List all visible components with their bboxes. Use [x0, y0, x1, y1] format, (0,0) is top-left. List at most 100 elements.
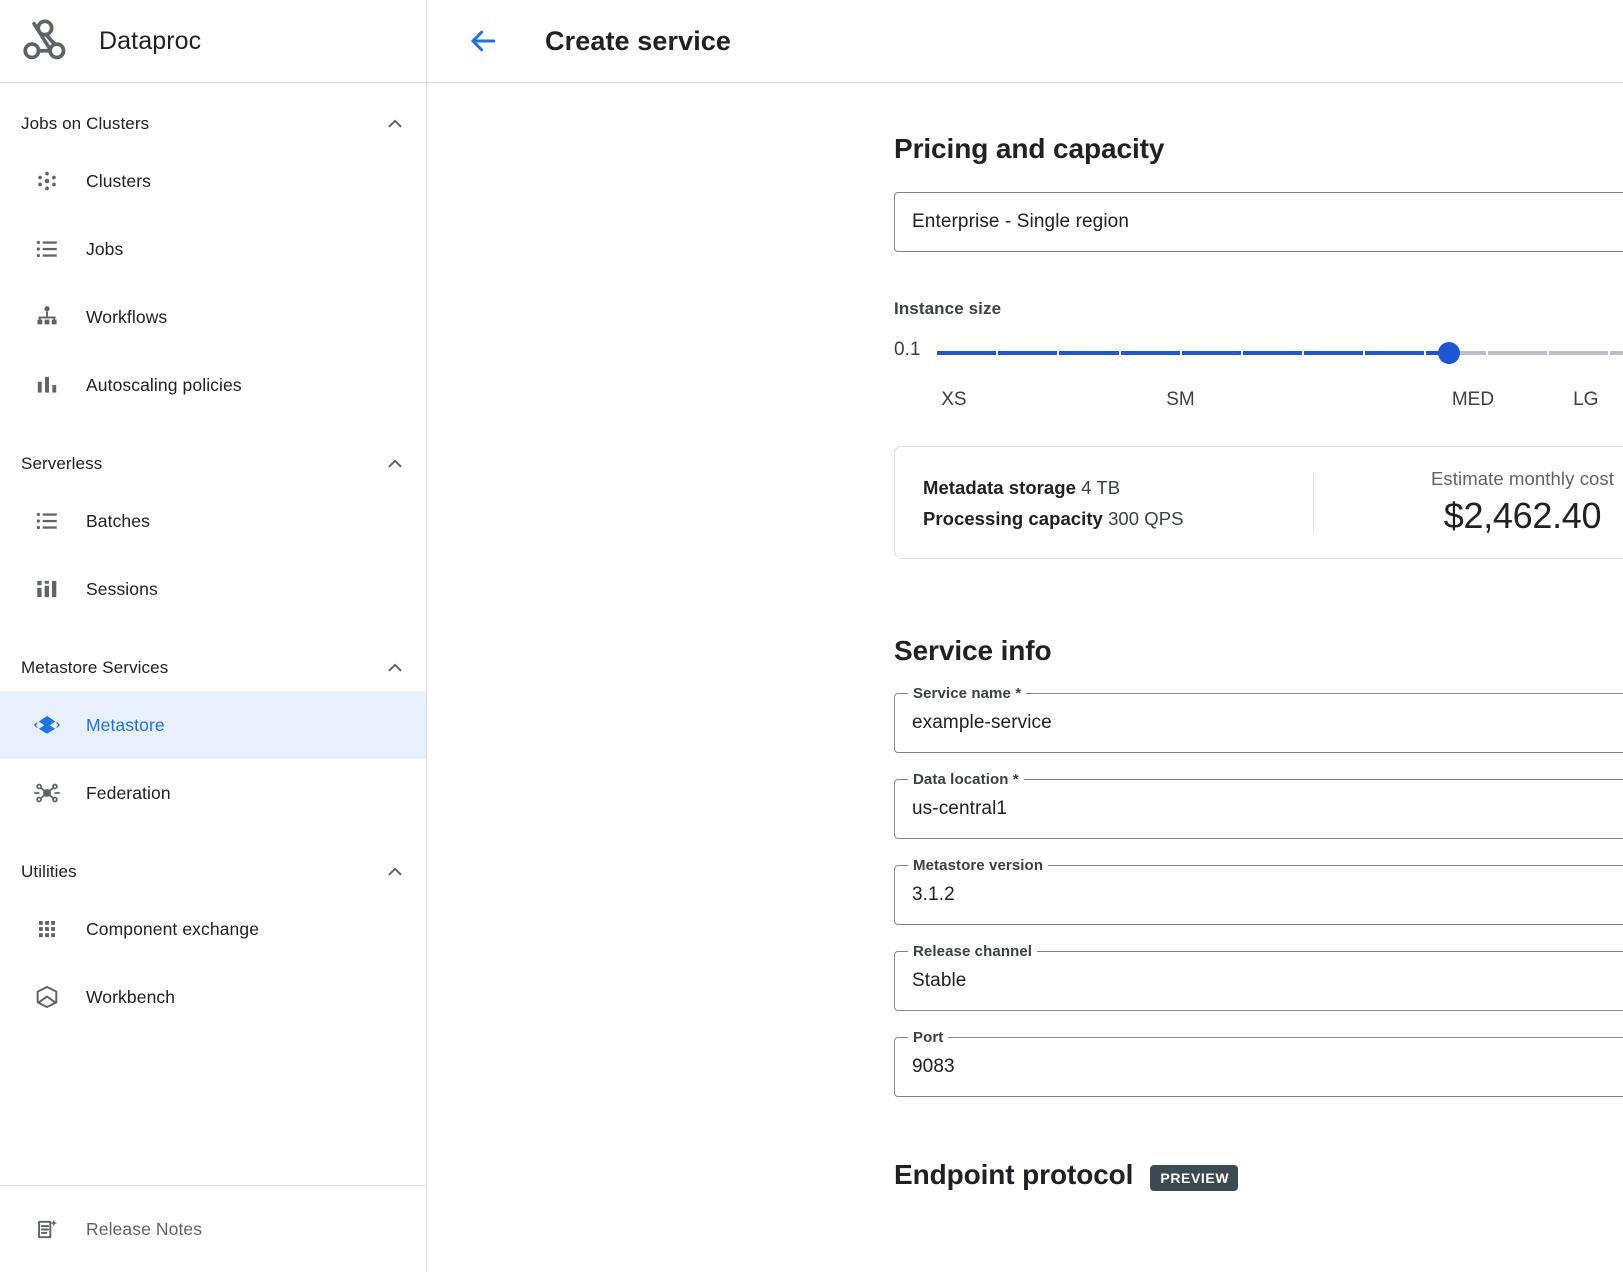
sidebar-item-label: Component exchange: [86, 919, 259, 940]
sidebar-item-clusters[interactable]: Clusters: [0, 147, 426, 215]
back-arrow-icon[interactable]: [463, 21, 503, 61]
instance-size-slider[interactable]: 0.1 6: [894, 339, 1623, 424]
slider-track[interactable]: [935, 351, 1623, 355]
sidebar-item-label: Sessions: [86, 579, 158, 600]
chevron-up-icon: [384, 113, 406, 135]
nav-group-utilities[interactable]: Utilities: [0, 849, 426, 895]
slider-scale-label: LG: [1573, 389, 1598, 411]
port-legend: Port: [908, 1029, 948, 1046]
clusters-icon: [32, 166, 62, 196]
nav-group-jobs-on-clusters[interactable]: Jobs on Clusters: [0, 101, 426, 147]
sidebar-item-autoscaling-policies[interactable]: Autoscaling policies: [0, 351, 426, 419]
service-name-legend: Service name *: [908, 685, 1026, 702]
slider-tick: [1424, 351, 1426, 355]
data-location-value: us-central1: [912, 798, 1007, 820]
service-info-section-title: Service info: [894, 635, 1623, 667]
field-service-name: Service name * example-service ?: [894, 693, 1623, 753]
slider-fill: [935, 351, 1449, 355]
app-root: Dataproc Jobs on Clusters: [0, 0, 1623, 1272]
metastore-icon: [32, 710, 62, 740]
pricing-section-title: Pricing and capacity: [894, 83, 1623, 165]
chevron-up-icon: [384, 657, 406, 679]
workflows-icon: [32, 302, 62, 332]
slider-tick: [1302, 351, 1304, 355]
sidebar-item-component-exchange[interactable]: Component exchange: [0, 895, 426, 963]
chevron-up-icon: [384, 453, 406, 475]
slider-tick: [1057, 351, 1059, 355]
workbench-icon: [32, 982, 62, 1012]
sidebar-item-jobs[interactable]: Jobs: [0, 215, 426, 283]
nav-group-label: Serverless: [21, 454, 384, 474]
sidebar: Dataproc Jobs on Clusters: [0, 0, 427, 1272]
data-location-select[interactable]: Data location * us-central1: [894, 779, 1623, 839]
processing-capacity-value: 300 QPS: [1108, 508, 1183, 529]
instance-size-label: Instance size: [894, 299, 1623, 319]
slider-tick: [1363, 351, 1365, 355]
list-icon: [32, 234, 62, 264]
form-content: Pricing and capacity Enterprise - Single…: [427, 83, 1623, 1272]
metastore-version-select[interactable]: Metastore version 3.1.2: [894, 865, 1623, 925]
endpoint-protocol-title: Endpoint protocol: [894, 1159, 1133, 1191]
main-panel: Create service Pricing and capacity Ente…: [427, 0, 1623, 1272]
sidebar-item-federation[interactable]: Federation: [0, 759, 426, 827]
sidebar-nav: Jobs on Clusters Clusters: [0, 83, 426, 1185]
nav-group-label: Utilities: [21, 862, 384, 882]
release-channel-value: Stable: [912, 970, 966, 992]
bar-chart-icon: [32, 370, 62, 400]
service-name-input[interactable]: Service name * example-service: [894, 693, 1623, 753]
port-value: 9083: [912, 1056, 955, 1078]
release-notes-icon: [32, 1214, 62, 1244]
cost-estimate-card: Metadata storage 4 TB Processing capacit…: [894, 446, 1623, 559]
nav-group-label: Metastore Services: [21, 658, 384, 678]
sidebar-item-label: Autoscaling policies: [86, 375, 242, 396]
brand-title: Dataproc: [99, 27, 201, 56]
grid-apps-icon: [32, 914, 62, 944]
slider-scale-label: MED: [1452, 389, 1494, 411]
metadata-storage-label: Metadata storage: [923, 477, 1076, 498]
capacity-summary: Metadata storage 4 TB Processing capacit…: [895, 472, 1313, 534]
slider-tick: [1547, 351, 1549, 355]
field-metastore-version: Metastore version 3.1.2 ?: [894, 865, 1623, 925]
slider-scale-label: SM: [1166, 389, 1195, 411]
nav-group-metastore-services[interactable]: Metastore Services: [0, 645, 426, 691]
slider-min-label: 0.1: [894, 339, 920, 361]
sidebar-item-release-notes[interactable]: Release Notes: [0, 1185, 426, 1272]
estimate-amount: $2,462.40: [1314, 495, 1623, 537]
slider-tick: [1241, 351, 1243, 355]
nav-group-serverless[interactable]: Serverless: [0, 441, 426, 487]
processing-capacity-line: Processing capacity 300 QPS: [923, 503, 1313, 534]
sidebar-item-batches[interactable]: Batches: [0, 487, 426, 555]
field-release-channel: Release channel Stable ?: [894, 951, 1623, 1011]
release-channel-legend: Release channel: [908, 943, 1037, 960]
data-location-legend: Data location *: [908, 771, 1024, 788]
port-input[interactable]: Port 9083: [894, 1037, 1623, 1097]
sidebar-item-metastore[interactable]: Metastore: [0, 691, 426, 759]
sidebar-item-label: Federation: [86, 783, 171, 804]
sidebar-item-sessions[interactable]: Sessions: [0, 555, 426, 623]
metadata-storage-line: Metadata storage 4 TB: [923, 472, 1313, 503]
sidebar-item-label: Batches: [86, 511, 150, 532]
slider-tick: [996, 351, 998, 355]
slider-tick: [1608, 351, 1610, 355]
sidebar-item-label: Workbench: [86, 987, 175, 1008]
slider-tick: [1119, 351, 1121, 355]
sidebar-item-workbench[interactable]: Workbench: [0, 963, 426, 1031]
pricing-tier-row: Enterprise - Single region ?: [894, 192, 1623, 252]
metadata-storage-value: 4 TB: [1081, 477, 1120, 498]
slider-tick: [1180, 351, 1182, 355]
sidebar-item-label: Metastore: [86, 715, 165, 736]
field-data-location: Data location * us-central1 ?: [894, 779, 1623, 839]
slider-thumb[interactable]: [1438, 342, 1460, 364]
brand-header: Dataproc: [0, 0, 426, 83]
processing-capacity-label: Processing capacity: [923, 508, 1103, 529]
service-name-value: example-service: [912, 712, 1052, 734]
pricing-tier-select[interactable]: Enterprise - Single region: [894, 192, 1623, 252]
release-channel-select[interactable]: Release channel Stable: [894, 951, 1623, 1011]
sidebar-item-label: Jobs: [86, 239, 123, 260]
chevron-up-icon: [384, 861, 406, 883]
sidebar-item-workflows[interactable]: Workflows: [0, 283, 426, 351]
field-port: Port 9083 ?: [894, 1037, 1623, 1097]
page-title: Create service: [545, 26, 731, 57]
status-badge: PREVIEW: [1150, 1165, 1238, 1191]
list-icon: [32, 506, 62, 536]
